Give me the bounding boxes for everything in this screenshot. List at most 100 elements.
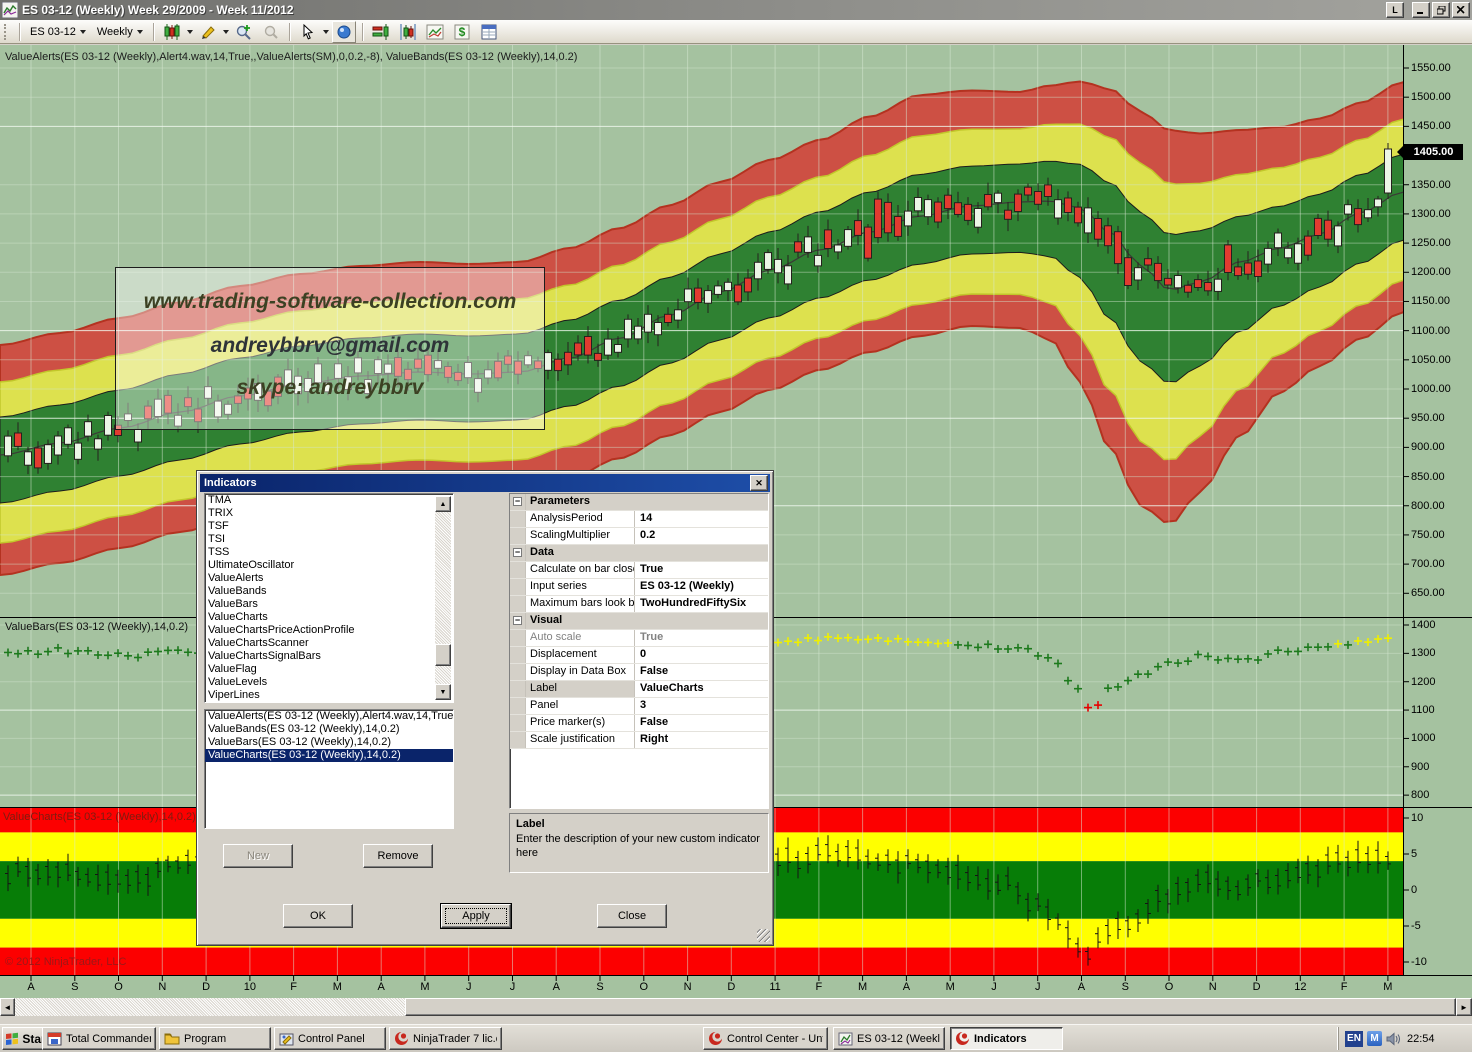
- remove-button[interactable]: Remove: [363, 844, 433, 868]
- indicator-list-item[interactable]: ValueBands: [205, 585, 453, 598]
- indicator-list-item[interactable]: TRIX: [205, 507, 453, 520]
- property-row[interactable]: LabelValueCharts: [510, 681, 768, 698]
- taskbar-button-program[interactable]: Program: [159, 1027, 271, 1050]
- property-row[interactable]: Auto scaleTrue: [510, 630, 768, 647]
- draw-button[interactable]: [196, 21, 220, 43]
- indicator-list-item[interactable]: ValueBars: [205, 598, 453, 611]
- dialog-title-bar[interactable]: Indicators ✕: [200, 474, 770, 492]
- scroll-up-button[interactable]: ▲: [435, 496, 451, 512]
- taskbar-button-ninjatrader-7-lic-emu-v5-06[interactable]: NinjaTrader 7 lic.emu v5.06: [389, 1027, 502, 1050]
- chevron-down-icon[interactable]: [187, 30, 193, 34]
- collapse-icon[interactable]: −: [513, 616, 522, 625]
- chevron-down-icon[interactable]: [323, 30, 329, 34]
- property-grid[interactable]: −ParametersAnalysisPeriod14ScalingMultip…: [509, 493, 769, 809]
- property-row[interactable]: Scale justificationRight: [510, 732, 768, 749]
- property-row[interactable]: Calculate on bar closeTrue: [510, 562, 768, 579]
- dialog-close-button[interactable]: Close: [597, 904, 667, 928]
- scroll-right-button[interactable]: ►: [1456, 998, 1472, 1016]
- property-row[interactable]: AnalysisPeriod14: [510, 511, 768, 528]
- property-value[interactable]: TwoHundredFiftySix: [635, 596, 768, 612]
- chart-properties-button[interactable]: [423, 21, 447, 43]
- taskbar-button-total-commander-7-03[interactable]: Total Commander 7.03 - ...: [42, 1027, 156, 1050]
- data-series-button[interactable]: [396, 21, 420, 43]
- minimize-button[interactable]: [1412, 2, 1430, 18]
- property-category-row[interactable]: −Parameters: [510, 494, 768, 511]
- volume-icon[interactable]: [1386, 1032, 1401, 1046]
- resize-grip[interactable]: [757, 929, 770, 942]
- taskbar-button-control-center-untitled1[interactable]: Control Center - Untitled1: [703, 1027, 828, 1050]
- property-value[interactable]: 14: [635, 511, 768, 527]
- list-scrollbar[interactable]: ▲ ▼: [435, 496, 451, 700]
- indicator-list-item[interactable]: ValueFlag: [205, 663, 453, 676]
- property-row[interactable]: ScalingMultiplier0.2: [510, 528, 768, 545]
- property-value[interactable]: False: [635, 664, 768, 680]
- scroll-left-button[interactable]: ◄: [0, 998, 15, 1016]
- indicator-list-item[interactable]: ValueChartsScanner: [205, 637, 453, 650]
- list-scrollbar-thumb[interactable]: [435, 644, 451, 666]
- property-value[interactable]: True: [635, 562, 768, 578]
- crosshair-button[interactable]: [332, 21, 356, 43]
- window-extra-button[interactable]: L: [1386, 2, 1404, 18]
- property-value[interactable]: Right: [635, 732, 768, 748]
- property-value[interactable]: True: [635, 630, 768, 646]
- property-row[interactable]: Display in Data BoxFalse: [510, 664, 768, 681]
- close-button[interactable]: [1452, 2, 1470, 18]
- indicator-list-item[interactable]: TSS: [205, 546, 453, 559]
- available-indicators-list[interactable]: TMATRIXTSFTSITSSUltimateOscillatorValueA…: [204, 493, 454, 703]
- scroll-down-button[interactable]: ▼: [435, 684, 451, 700]
- configured-indicator-item[interactable]: ValueBars(ES 03-12 (Weekly),14,0.2): [205, 736, 453, 749]
- taskbar-button-es-03-12-weekly-wee[interactable]: ES 03-12 (Weekly) Wee...: [833, 1027, 945, 1050]
- configured-indicator-item[interactable]: ValueAlerts(ES 03-12 (Weekly),Alert4.wav…: [205, 710, 453, 723]
- apply-button[interactable]: Apply: [441, 904, 511, 928]
- taskbar-button-control-panel[interactable]: Control Panel: [274, 1027, 386, 1050]
- restore-button[interactable]: [1432, 2, 1450, 18]
- new-button[interactable]: New: [223, 844, 293, 868]
- scrollbar-track[interactable]: [15, 998, 405, 1016]
- period-dropdown[interactable]: Weekly: [93, 24, 147, 40]
- indicator-list-item[interactable]: ValueChartsPriceActionProfile: [205, 624, 453, 637]
- property-row[interactable]: Price marker(s)False: [510, 715, 768, 732]
- property-value[interactable]: ValueCharts: [635, 681, 768, 697]
- collapse-icon[interactable]: −: [513, 497, 522, 506]
- cursor-button[interactable]: [296, 21, 320, 43]
- property-value[interactable]: False: [635, 715, 768, 731]
- language-indicator[interactable]: EN: [1345, 1031, 1363, 1047]
- indicator-list-item[interactable]: ValueCharts: [205, 611, 453, 624]
- property-row[interactable]: Panel3: [510, 698, 768, 715]
- property-row[interactable]: Input seriesES 03-12 (Weekly): [510, 579, 768, 596]
- indicator-list-item[interactable]: UltimateOscillator: [205, 559, 453, 572]
- configured-indicators-list[interactable]: ValueAlerts(ES 03-12 (Weekly),Alert4.wav…: [204, 709, 454, 829]
- indicators-button[interactable]: [369, 21, 393, 43]
- property-value[interactable]: 0: [635, 647, 768, 663]
- property-value[interactable]: 3: [635, 698, 768, 714]
- instrument-dropdown[interactable]: ES 03-12: [26, 24, 90, 40]
- account-button[interactable]: $: [450, 21, 474, 43]
- toolbar-grip[interactable]: [4, 24, 11, 40]
- zoom-in-button[interactable]: [232, 21, 256, 43]
- title-bar[interactable]: ES 03-12 (Weekly) Week 29/2009 - Week 11…: [0, 0, 1472, 20]
- indicator-list-item[interactable]: TSF: [205, 520, 453, 533]
- configured-indicator-item[interactable]: ValueBands(ES 03-12 (Weekly),14,0.2): [205, 723, 453, 736]
- indicator-list-item[interactable]: ValueAlerts: [205, 572, 453, 585]
- property-row[interactable]: Maximum bars look baTwoHundredFiftySix: [510, 596, 768, 613]
- property-value[interactable]: ES 03-12 (Weekly): [635, 579, 768, 595]
- tray-app-icon[interactable]: M: [1367, 1031, 1382, 1046]
- indicator-list-item[interactable]: TMA: [205, 494, 453, 507]
- indicator-list-item[interactable]: ValueChartsSignalBars: [205, 650, 453, 663]
- collapse-icon[interactable]: −: [513, 548, 522, 557]
- indicator-list-item[interactable]: ValueLevels: [205, 676, 453, 689]
- indicator-list-item[interactable]: ViperLines: [205, 689, 453, 702]
- configured-indicator-item[interactable]: ValueCharts(ES 03-12 (Weekly),14,0.2): [205, 749, 453, 762]
- chevron-down-icon[interactable]: [223, 30, 229, 34]
- chart-style-button[interactable]: [160, 21, 184, 43]
- property-value[interactable]: 0.2: [635, 528, 768, 544]
- indicator-list-item[interactable]: TSI: [205, 533, 453, 546]
- scrollbar-thumb[interactable]: [405, 998, 1456, 1016]
- property-row[interactable]: Displacement0: [510, 647, 768, 664]
- property-category-row[interactable]: −Data: [510, 545, 768, 562]
- zoom-out-button[interactable]: [259, 21, 283, 43]
- data-grid-button[interactable]: [477, 21, 501, 43]
- property-category-row[interactable]: −Visual: [510, 613, 768, 630]
- dialog-close-icon[interactable]: ✕: [750, 475, 768, 491]
- taskbar-button-indicators[interactable]: Indicators: [950, 1027, 1063, 1050]
